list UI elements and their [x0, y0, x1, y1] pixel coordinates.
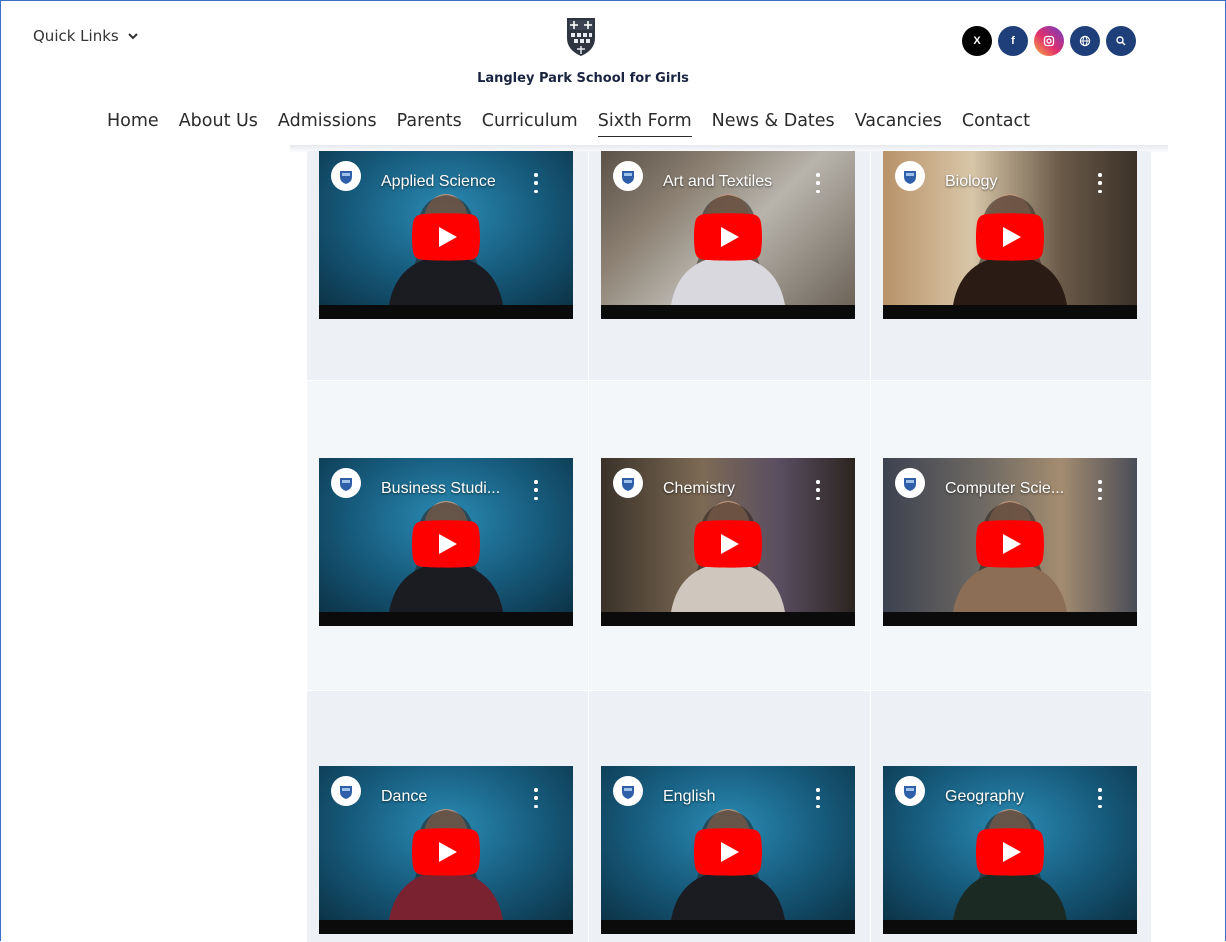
video-letterbox: [601, 612, 855, 626]
video-title[interactable]: Dance: [381, 788, 427, 806]
video-english[interactable]: English: [601, 766, 855, 934]
school-name[interactable]: Langley Park School for Girls: [0, 71, 1166, 86]
globe-icon[interactable]: [1070, 26, 1100, 56]
nav-sixth-form[interactable]: Sixth Form: [588, 109, 702, 139]
video-title[interactable]: Chemistry: [663, 480, 735, 498]
more-options-icon[interactable]: [811, 788, 825, 808]
play-button-icon[interactable]: [412, 520, 480, 568]
video-letterbox: [883, 305, 1137, 319]
video-geography[interactable]: Geography: [883, 766, 1137, 934]
video-letterbox: [883, 612, 1137, 626]
more-options-icon[interactable]: [811, 173, 825, 193]
play-button-icon[interactable]: [694, 520, 762, 568]
video-letterbox: [319, 612, 573, 626]
play-button-icon[interactable]: [976, 213, 1044, 261]
more-options-icon[interactable]: [1093, 480, 1107, 500]
video-art-and-textiles[interactable]: Art and Textiles: [601, 151, 855, 319]
facebook-icon[interactable]: f: [998, 26, 1028, 56]
channel-logo-icon[interactable]: [613, 468, 643, 498]
play-button-icon[interactable]: [976, 520, 1044, 568]
video-title[interactable]: Geography: [945, 788, 1024, 806]
video-computer-science[interactable]: Computer Scie...: [883, 458, 1137, 626]
video-title[interactable]: Applied Science: [381, 173, 496, 191]
main-nav: Home About Us Admissions Parents Curricu…: [107, 109, 1040, 139]
video-letterbox: [319, 920, 573, 934]
nav-about-us[interactable]: About Us: [169, 109, 268, 139]
play-button-icon[interactable]: [412, 828, 480, 876]
video-business-studies[interactable]: Business Studi...: [319, 458, 573, 626]
channel-logo-icon[interactable]: [895, 161, 925, 191]
video-title[interactable]: Business Studi...: [381, 480, 500, 498]
search-icon[interactable]: [1106, 26, 1136, 56]
x-icon[interactable]: X: [962, 26, 992, 56]
instagram-icon[interactable]: [1034, 26, 1064, 56]
video-letterbox: [601, 920, 855, 934]
channel-logo-icon[interactable]: [331, 468, 361, 498]
video-title[interactable]: English: [663, 788, 715, 806]
quick-links-dropdown[interactable]: Quick Links: [33, 27, 139, 45]
nav-home[interactable]: Home: [107, 109, 169, 139]
video-letterbox: [319, 305, 573, 319]
channel-logo-icon[interactable]: [613, 776, 643, 806]
video-biology[interactable]: Biology: [883, 151, 1137, 319]
more-options-icon[interactable]: [1093, 173, 1107, 193]
nav-vacancies[interactable]: Vacancies: [845, 109, 952, 139]
more-options-icon[interactable]: [529, 173, 543, 193]
play-button-icon[interactable]: [694, 828, 762, 876]
video-letterbox: [883, 920, 1137, 934]
channel-logo-icon[interactable]: [331, 776, 361, 806]
nav-curriculum[interactable]: Curriculum: [472, 109, 588, 139]
social-links: X f: [962, 26, 1136, 56]
video-letterbox: [601, 305, 855, 319]
school-crest-logo[interactable]: [565, 16, 597, 58]
video-title[interactable]: Computer Scie...: [945, 480, 1064, 498]
video-chemistry[interactable]: Chemistry: [601, 458, 855, 626]
channel-logo-icon[interactable]: [895, 468, 925, 498]
channel-logo-icon[interactable]: [895, 776, 925, 806]
more-options-icon[interactable]: [811, 480, 825, 500]
play-button-icon[interactable]: [694, 213, 762, 261]
more-options-icon[interactable]: [1093, 788, 1107, 808]
video-applied-science[interactable]: Applied Science: [319, 151, 573, 319]
quick-links-label: Quick Links: [33, 27, 119, 45]
nav-contact[interactable]: Contact: [952, 109, 1040, 139]
video-title[interactable]: Art and Textiles: [663, 173, 772, 191]
facebook-label: f: [1011, 35, 1015, 47]
channel-logo-icon[interactable]: [331, 161, 361, 191]
video-dance[interactable]: Dance: [319, 766, 573, 934]
channel-logo-icon[interactable]: [613, 161, 643, 191]
video-title[interactable]: Biology: [945, 173, 997, 191]
more-options-icon[interactable]: [529, 480, 543, 500]
more-options-icon[interactable]: [529, 788, 543, 808]
chevron-down-icon: [128, 33, 138, 40]
x-label: X: [973, 35, 981, 47]
nav-news-dates[interactable]: News & Dates: [702, 109, 845, 139]
nav-admissions[interactable]: Admissions: [268, 109, 387, 139]
play-button-icon[interactable]: [412, 213, 480, 261]
play-button-icon[interactable]: [976, 828, 1044, 876]
nav-parents[interactable]: Parents: [387, 109, 472, 139]
